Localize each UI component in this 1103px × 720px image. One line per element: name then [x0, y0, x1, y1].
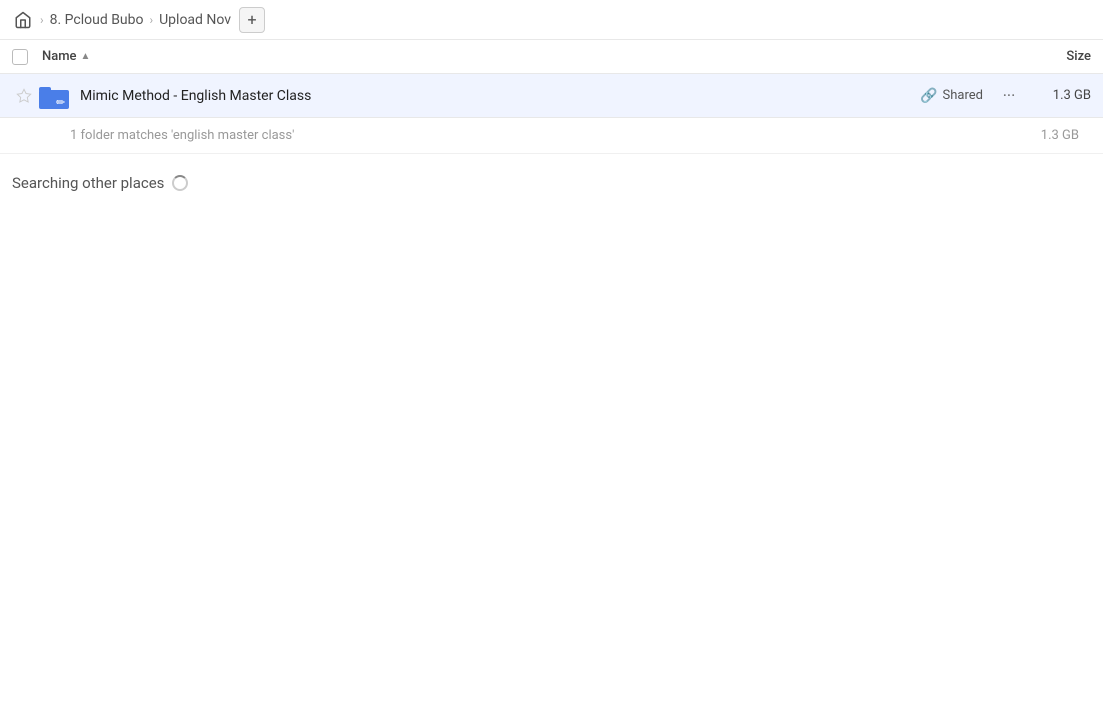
breadcrumb-sep-1: ›	[40, 13, 44, 27]
more-options-button[interactable]: ···	[995, 82, 1023, 110]
loading-spinner	[172, 175, 188, 191]
searching-section: Searching other places	[0, 154, 1103, 212]
home-button[interactable]	[12, 9, 34, 31]
breadcrumb-sep-2: ›	[149, 13, 153, 27]
searching-label: Searching other places	[12, 174, 1091, 192]
file-size: 1.3 GB	[1031, 88, 1091, 103]
shared-badge: 🔗 Shared	[920, 88, 983, 104]
filename-label: Mimic Method - English Master Class	[80, 88, 920, 104]
column-header-row: Name ▲ Size	[0, 40, 1103, 74]
breadcrumb-item-1[interactable]: 8. Pcloud Bubo	[50, 12, 144, 28]
breadcrumb-item-2[interactable]: Upload Nov	[159, 12, 231, 28]
svg-text:✏: ✏	[56, 96, 66, 109]
link-icon: 🔗	[920, 88, 937, 104]
sort-arrow-icon: ▲	[81, 51, 91, 62]
folder-icon: ✏	[36, 82, 72, 110]
file-row[interactable]: ✏ Mimic Method - English Master Class 🔗 …	[0, 74, 1103, 118]
header-checkbox-col	[12, 49, 42, 65]
select-all-checkbox[interactable]	[12, 49, 28, 65]
name-column-header[interactable]: Name ▲	[42, 49, 1011, 64]
breadcrumb-bar: › 8. Pcloud Bubo › Upload Nov +	[0, 0, 1103, 40]
match-info-row: 1 folder matches 'english master class' …	[0, 118, 1103, 154]
size-column-header: Size	[1011, 49, 1091, 64]
star-icon[interactable]	[12, 88, 36, 104]
add-button[interactable]: +	[239, 7, 265, 33]
